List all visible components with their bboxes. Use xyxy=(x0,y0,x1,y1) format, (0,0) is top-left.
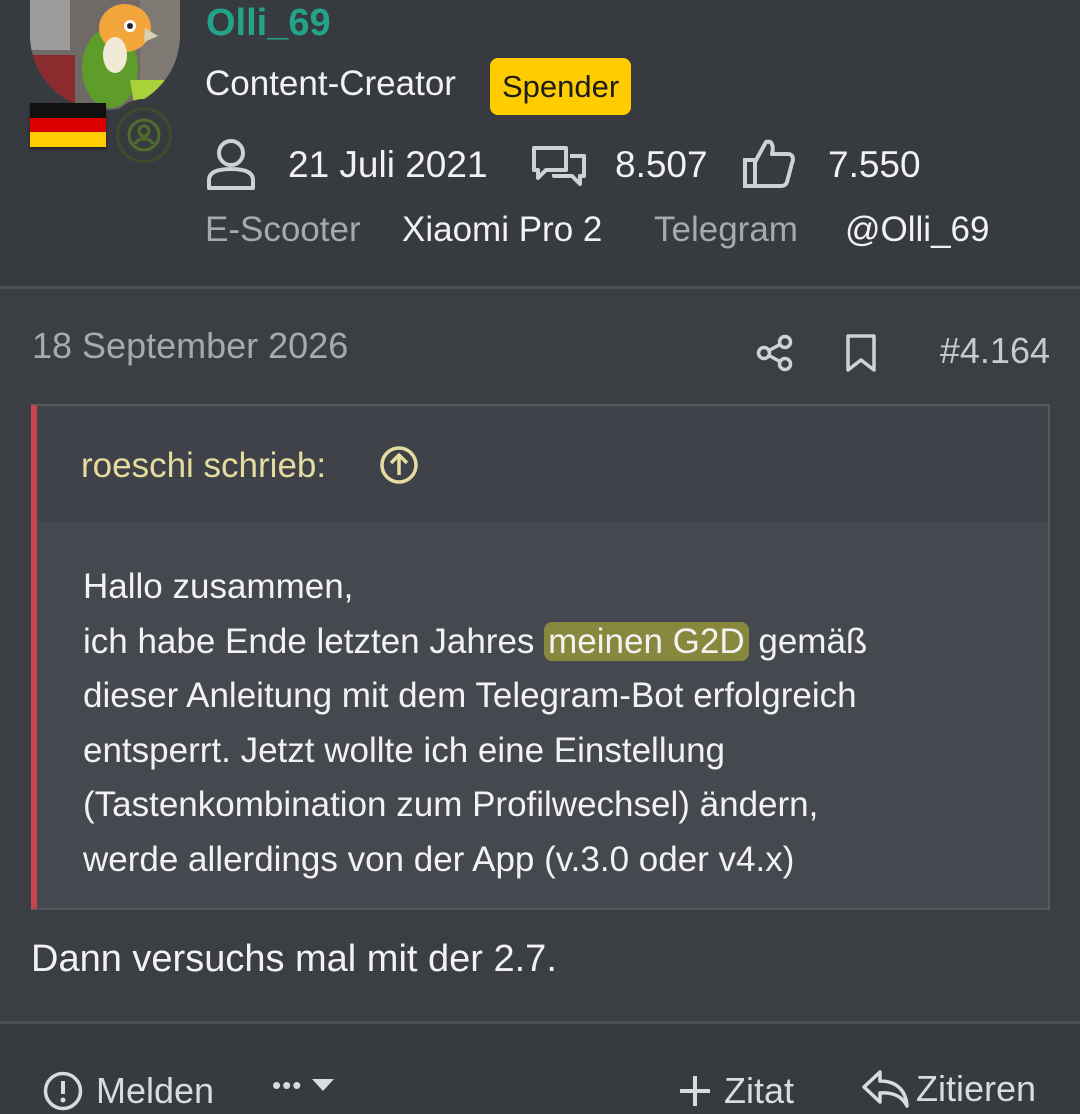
message-count: 8.507 xyxy=(615,144,708,185)
zitieren-label: Zitieren xyxy=(916,1068,1037,1109)
bookmark-icon[interactable] xyxy=(845,333,877,373)
ellipsis-icon: ••• xyxy=(272,1070,303,1100)
quote-line-part: gemäß xyxy=(758,621,868,661)
avatar[interactable] xyxy=(30,0,180,110)
share-icon[interactable] xyxy=(756,334,794,372)
thumbs-up-icon xyxy=(743,139,795,188)
more-options-button[interactable]: ••• xyxy=(272,1070,335,1101)
report-button[interactable]: Melden xyxy=(42,1070,214,1112)
username-link[interactable]: Olli_69 xyxy=(206,2,331,45)
arrow-up-circle-icon[interactable] xyxy=(379,445,419,485)
field-value-escooter: Xiaomi Pro 2 xyxy=(402,210,603,249)
post-date[interactable]: 18 September 2026 xyxy=(32,325,348,367)
chat-bubbles-icon xyxy=(532,146,586,186)
exclamation-circle-icon xyxy=(43,1071,83,1111)
join-date: 21 Juli 2021 xyxy=(288,144,488,185)
quote-header: roeschi schrieb: xyxy=(37,406,1048,522)
quote-line-part: ich habe Ende letzten Jahres xyxy=(83,621,535,661)
zitat-label: Zitat xyxy=(724,1070,795,1111)
quote-author-link[interactable]: roeschi schrieb: xyxy=(81,446,326,486)
field-value-telegram: @Olli_69 xyxy=(845,210,990,249)
plus-icon xyxy=(680,1076,710,1106)
field-label-escooter: E-Scooter xyxy=(205,210,361,249)
quote-line: entsperrt. Jetzt wollte ich eine Einstel… xyxy=(83,730,725,770)
zitat-button[interactable]: Zitat xyxy=(678,1070,794,1112)
quote-body: Hallo zusammen, ich habe Ende letzten Ja… xyxy=(37,522,1048,908)
donor-badge: Spender xyxy=(490,58,632,115)
quote-line: dieser Anleitung mit dem Telegram-Bot er… xyxy=(83,676,857,715)
quote-line: ich habe Ende letzten Jahres meinen G2D … xyxy=(83,615,1013,670)
germany-flag-icon xyxy=(30,103,106,147)
quote-text: Hallo zusammen, ich habe Ende letzten Ja… xyxy=(83,560,1013,887)
post-body-text: Dann versuchs mal mit der 2.7. xyxy=(31,938,557,980)
online-status-icon xyxy=(108,99,180,171)
zitieren-button[interactable]: Zitieren xyxy=(860,1068,1036,1110)
chevron-down-icon xyxy=(312,1078,335,1091)
quote-line: Hallo zusammen, xyxy=(83,567,354,606)
highlighted-text: meinen G2D xyxy=(544,621,749,661)
user-icon xyxy=(207,139,255,190)
post-number-link[interactable]: #4.164 xyxy=(940,330,1050,372)
user-title: Content-Creator xyxy=(205,64,456,103)
quote-line: (Tastenkombination zum Profilwechsel) än… xyxy=(83,785,819,824)
quote-line: werde allerdings von der App (v.3.0 oder… xyxy=(83,839,795,879)
reply-arrow-icon xyxy=(862,1070,909,1108)
report-label: Melden xyxy=(96,1070,215,1111)
reaction-count: 7.550 xyxy=(828,144,921,185)
quote-block: roeschi schrieb: Hallo zusammen, ich hab… xyxy=(31,404,1050,910)
field-label-telegram: Telegram xyxy=(654,210,798,249)
